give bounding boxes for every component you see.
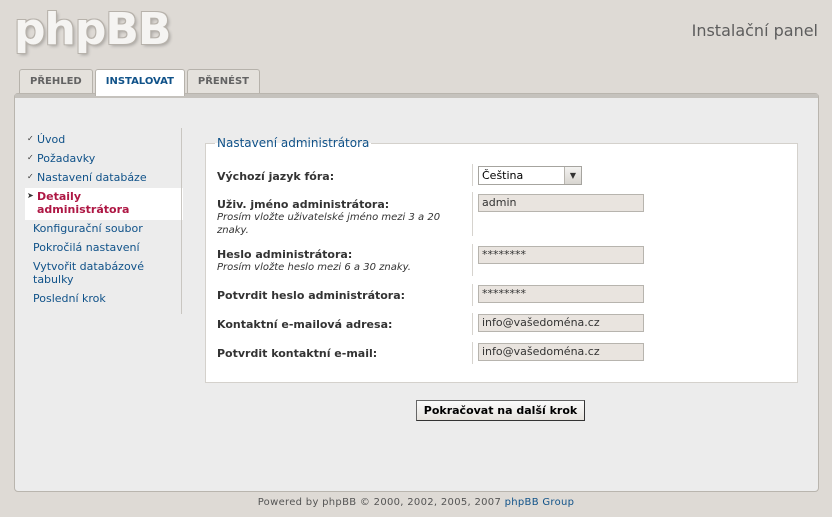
menu-item-create-tables[interactable]: Vytvořit databázové tabulky xyxy=(25,258,182,290)
fieldset-legend: Nastavení administrátora xyxy=(215,136,372,150)
admin-settings-fieldset: Nastavení administrátora Výchozí jazyk f… xyxy=(205,136,798,383)
default-lang-select[interactable]: Čeština ▼ xyxy=(478,166,582,185)
menu-item-final-step[interactable]: Poslední krok xyxy=(25,290,182,309)
menu-item-intro[interactable]: ✓ Úvod xyxy=(25,131,182,150)
menu-item-requirements[interactable]: ✓ Požadavky xyxy=(25,150,182,169)
admin-pass-hint: Prosím vložte heslo mezi 6 a 30 znaky. xyxy=(217,262,411,273)
check-icon: ✓ xyxy=(27,153,34,162)
menu-item-label: Úvod xyxy=(37,133,66,146)
board-email-confirm-input[interactable]: info@vašedoména.cz xyxy=(478,343,644,361)
menu-item-config-file[interactable]: Konfigurační soubor xyxy=(25,220,182,239)
tab-bar: PŘEHLED INSTALOVAT PŘENÉST xyxy=(19,69,262,96)
row-board-email-confirm: Potvrdit kontaktní e-mail: info@vašedomé… xyxy=(206,342,797,366)
board-email-input[interactable]: info@vašedoména.cz xyxy=(478,314,644,332)
phpbb-group-link[interactable]: phpBB Group xyxy=(505,497,575,508)
tab-overview[interactable]: PŘEHLED xyxy=(19,69,93,94)
row-board-email: Kontaktní e-mailová adresa: info@vašedom… xyxy=(206,313,797,337)
admin-pass-input[interactable]: ******** xyxy=(478,246,644,264)
menu-item-advanced[interactable]: Pokročilá nastavení xyxy=(25,239,182,258)
board-email-label: Kontaktní e-mailová adresa: xyxy=(217,318,393,331)
admin-pass-confirm-input[interactable]: ******** xyxy=(478,285,644,303)
tab-convert[interactable]: PŘENÉST xyxy=(186,69,260,94)
row-default-lang: Výchozí jazyk fóra: Čeština ▼ xyxy=(206,162,797,188)
menu-item-admin-details[interactable]: ➤ Detaily administrátora xyxy=(25,188,183,220)
row-admin-pass: Heslo administrátora: Prosím vložte hesl… xyxy=(206,244,797,280)
sidebar-divider xyxy=(181,128,182,314)
tab-install[interactable]: INSTALOVAT xyxy=(94,69,185,96)
row-admin-pass-confirm: Potvrdit heslo administrátora: ******** xyxy=(206,284,797,308)
admin-pass-confirm-label: Potvrdit heslo administrátora: xyxy=(217,289,406,302)
admin-name-label: Uživ. jméno administrátora: xyxy=(217,198,390,211)
menu-item-label: Nastavení databáze xyxy=(37,171,147,184)
arrow-right-icon: ➤ xyxy=(27,191,34,200)
menu-item-label: Detaily administrátora xyxy=(37,190,130,216)
check-icon: ✓ xyxy=(27,134,34,143)
admin-pass-label: Heslo administrátora: xyxy=(217,248,353,261)
chevron-down-icon[interactable]: ▼ xyxy=(564,167,581,184)
menu-item-label: Pokročilá nastavení xyxy=(33,241,140,254)
continue-button[interactable]: Pokračovat na další krok xyxy=(416,400,585,421)
panel-title: Instalační panel xyxy=(691,21,818,40)
board-email-confirm-label: Potvrdit kontaktní e-mail: xyxy=(217,347,378,360)
menu-item-label: Poslední krok xyxy=(33,292,106,305)
install-steps-menu: ✓ Úvod ✓ Požadavky ✓ Nastavení databáze … xyxy=(25,131,183,309)
menu-item-database[interactable]: ✓ Nastavení databáze xyxy=(25,169,182,188)
default-lang-label: Výchozí jazyk fóra: xyxy=(217,170,335,183)
admin-name-input[interactable]: admin xyxy=(478,194,644,212)
menu-item-label: Požadavky xyxy=(37,152,96,165)
footer: Powered by phpBB © 2000, 2002, 2005, 200… xyxy=(0,497,832,508)
default-lang-value: Čeština xyxy=(482,169,524,182)
phpbb-logo: phpBB xyxy=(14,4,171,55)
menu-item-label: Konfigurační soubor xyxy=(33,222,143,235)
row-admin-name: Uživ. jméno administrátora: Prosím vložt… xyxy=(206,192,797,238)
menu-item-label: Vytvořit databázové tabulky xyxy=(33,260,144,286)
footer-text: Powered by phpBB © 2000, 2002, 2005, 200… xyxy=(257,497,505,508)
check-icon: ✓ xyxy=(27,172,34,181)
admin-name-hint: Prosím vložte uživatelské jméno mezi 3 a… xyxy=(217,212,441,236)
main-panel: ✓ Úvod ✓ Požadavky ✓ Nastavení databáze … xyxy=(14,93,819,492)
